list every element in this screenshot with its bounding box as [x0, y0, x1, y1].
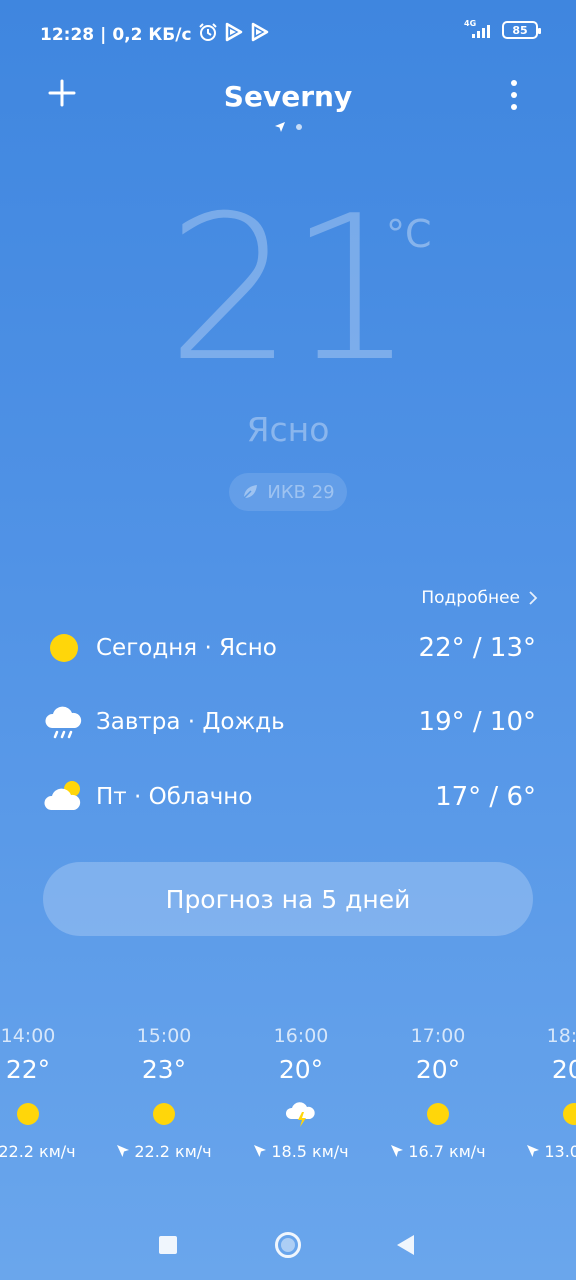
more-dot	[511, 92, 517, 98]
hour-temp: 20°	[415, 1055, 461, 1084]
battery-level: 85	[512, 23, 528, 37]
aqi-label: ИКВ 29	[267, 481, 335, 503]
hourly-item[interactable]: 16:00 20° 18.5 км/ч	[241, 1020, 361, 1164]
hour-temp: 20°	[278, 1055, 324, 1084]
aqi-badge[interactable]: ИКВ 29	[229, 473, 347, 511]
app-icon	[250, 22, 270, 47]
alarm-icon	[198, 22, 218, 47]
daily-label: Сегодня · Ясно	[96, 635, 277, 661]
page-dot	[296, 124, 302, 130]
hour-wind-value: 18.5 км/ч	[271, 1141, 349, 1161]
sun-icon	[514, 1090, 576, 1138]
sun-icon	[104, 1090, 224, 1138]
sun-icon	[378, 1090, 498, 1138]
more-options-button[interactable]	[502, 80, 526, 110]
hour-wind-value: 22.2 км/ч	[0, 1141, 76, 1161]
more-details-link[interactable]: Подробнее	[421, 588, 538, 608]
status-left: 12:28 | 0,2 КБ/с	[40, 22, 270, 47]
current-temperature: 21	[166, 173, 416, 406]
hour-wind: 18.5 км/ч	[241, 1138, 361, 1164]
hour-time: 15:00	[136, 1025, 192, 1047]
daily-row-friday[interactable]: Пт · Облачно 17° / 6°	[44, 772, 536, 822]
page-indicator	[0, 121, 576, 133]
sun-icon	[44, 628, 84, 668]
temperature-unit: °C	[386, 212, 432, 256]
recents-square-icon[interactable]	[159, 1236, 177, 1254]
hour-time: 17:00	[410, 1025, 466, 1047]
forecast-button-label: Прогноз на 5 дней	[165, 884, 411, 914]
five-day-forecast-button[interactable]: Прогноз на 5 дней	[43, 862, 533, 936]
hourly-forecast[interactable]: 14:00 22° 22.2 км/ч 15:00 23° 22.2 км/ч …	[0, 1020, 576, 1180]
daily-label: Пт · Облачно	[96, 784, 253, 810]
daily-row-tomorrow[interactable]: Завтра · Дождь 19° / 10°	[44, 697, 536, 747]
cloudy-icon	[44, 777, 84, 817]
hour-wind: 13.0 км/ч	[514, 1138, 576, 1164]
hour-wind-value: 22.2 км/ч	[134, 1141, 212, 1161]
hour-time: 14:00	[0, 1025, 56, 1047]
hour-temp: 22°	[5, 1055, 51, 1084]
wind-direction-icon	[117, 1145, 130, 1157]
more-dot	[511, 104, 517, 110]
wind-direction-icon	[527, 1145, 540, 1157]
chevron-right-icon	[529, 591, 538, 605]
battery-icon: 85	[502, 21, 541, 39]
leaf-icon	[243, 485, 258, 499]
hour-temp: 23°	[141, 1055, 187, 1084]
daily-label: Завтра · Дождь	[96, 709, 285, 735]
hourly-item[interactable]: 15:00 23° 22.2 км/ч	[104, 1020, 224, 1164]
rain-cloud-icon	[44, 702, 84, 742]
status-right: 4G 85	[464, 19, 541, 40]
signal-icon: 4G	[464, 19, 494, 40]
hour-wind: 22.2 км/ч	[104, 1138, 224, 1164]
status-speed: 0,2 КБ/с	[112, 24, 192, 45]
status-time: 12:28	[40, 24, 95, 45]
daily-temps: 22° / 13°	[418, 633, 536, 663]
thunder-cloud-icon	[241, 1090, 361, 1138]
wind-direction-icon	[254, 1145, 267, 1157]
hour-time: 16:00	[273, 1025, 329, 1047]
hour-wind: 22.2 км/ч	[0, 1138, 88, 1164]
navigation-bar	[0, 1222, 576, 1268]
status-separator: |	[100, 24, 107, 45]
current-condition: Ясно	[246, 410, 330, 449]
status-bar: 12:28 | 0,2 КБ/с 4G 85	[0, 0, 576, 64]
hourly-item[interactable]: 17:00 20° 16.7 км/ч	[378, 1020, 498, 1164]
daily-row-today[interactable]: Сегодня · Ясно 22° / 13°	[44, 623, 536, 673]
more-vertical-icon	[511, 80, 517, 86]
app-icon	[224, 22, 244, 47]
city-title[interactable]: Severny	[0, 80, 576, 113]
sun-icon	[0, 1090, 88, 1138]
wind-direction-icon	[391, 1145, 404, 1157]
hour-wind-value: 13.0 км/ч	[544, 1141, 576, 1161]
hourly-item[interactable]: 18:00 20° 13.0 км/ч	[514, 1020, 576, 1164]
location-arrow-icon	[275, 122, 285, 132]
daily-temps: 19° / 10°	[418, 707, 536, 737]
home-circle-icon[interactable]	[275, 1232, 301, 1258]
hour-wind-value: 16.7 км/ч	[408, 1141, 486, 1161]
hour-wind: 16.7 км/ч	[378, 1138, 498, 1164]
daily-temps: 17° / 6°	[435, 782, 536, 812]
hourly-item[interactable]: 14:00 22° 22.2 км/ч	[0, 1020, 88, 1164]
more-details-label: Подробнее	[421, 588, 520, 608]
hour-temp: 20°	[551, 1055, 576, 1084]
back-triangle-icon[interactable]	[397, 1235, 414, 1255]
hour-time: 18:00	[546, 1025, 576, 1047]
